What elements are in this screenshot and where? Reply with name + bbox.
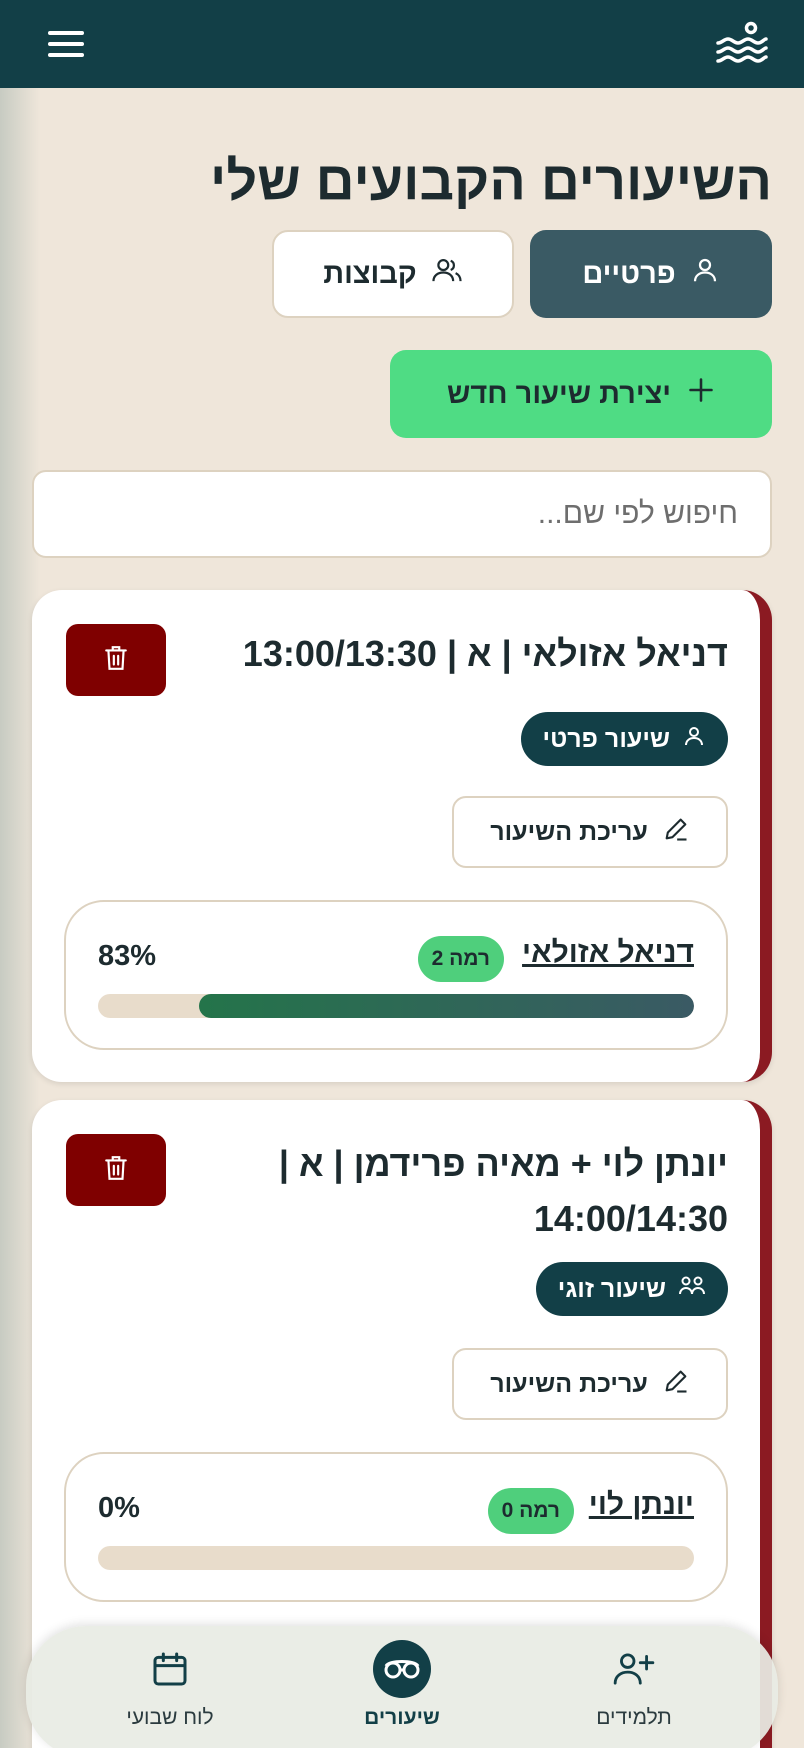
lesson-card: דניאל אזולאי | א | 13:00/13:30 שיעור פרט… — [32, 590, 772, 1082]
create-lesson-button[interactable]: יצירת שיעור חדש — [390, 350, 772, 438]
users-icon — [431, 255, 463, 293]
delete-lesson-button[interactable] — [66, 1134, 166, 1206]
level-badge: רמה 0 — [487, 1488, 574, 1534]
top-bar — [0, 0, 804, 88]
lesson-title: יונתן לוי + מאיה פרידמן | א | 14:00/14:3… — [278, 1143, 728, 1239]
student-progress-row: יונתן לוי רמה 0 0% — [64, 1452, 728, 1602]
edit-lesson-label: עריכת השיעור — [490, 1369, 648, 1398]
nav-students[interactable]: תלמידים — [544, 1640, 724, 1744]
tab-private[interactable]: פרטיים — [530, 230, 772, 318]
lesson-title: דניאל אזולאי | א | 13:00/13:30 — [242, 633, 728, 674]
nav-lessons-label: שיעורים — [364, 1706, 440, 1729]
page-title: השיעורים הקבועים שלי — [210, 151, 772, 211]
progress-bar — [98, 1546, 694, 1570]
lesson-type-label: שיעור זוגי — [557, 1274, 666, 1303]
nav-students-label: תלמידים — [596, 1706, 672, 1729]
edit-lesson-button[interactable]: עריכת השיעור — [452, 1348, 728, 1420]
pair-icon — [678, 1274, 706, 1305]
user-plus-icon — [612, 1640, 656, 1698]
swimmer-waves-icon[interactable] — [714, 21, 770, 67]
progress-bar — [98, 994, 694, 1018]
trash-icon — [103, 1153, 129, 1188]
goggles-icon — [373, 1640, 431, 1698]
create-lesson-label: יצירת שיעור חדש — [447, 377, 671, 410]
tab-groups[interactable]: קבוצות — [272, 230, 514, 318]
level-badge: רמה 2 — [417, 936, 504, 982]
progress-percent: 83% — [98, 940, 157, 972]
lesson-type-label: שיעור פרטי — [542, 724, 670, 753]
bottom-nav: תלמידים שיעורים לוח שבועי — [26, 1626, 778, 1748]
hamburger-menu-icon[interactable] — [46, 29, 86, 59]
delete-lesson-button[interactable] — [66, 624, 166, 696]
student-name-link[interactable]: דניאל אזולאי — [522, 936, 694, 970]
student-progress-row: דניאל אזולאי רמה 2 83% — [64, 900, 728, 1050]
nav-weekly-label: לוח שבועי — [126, 1706, 214, 1729]
user-icon — [682, 724, 706, 755]
pencil-icon — [662, 1367, 690, 1402]
search-placeholder: חיפוש לפי שם... — [537, 497, 738, 530]
lesson-type-badge: שיעור זוגי — [535, 1262, 728, 1316]
lesson-type-badge: שיעור פרטי — [520, 712, 728, 766]
progress-bar-fill — [199, 994, 694, 1018]
tab-private-label: פרטיים — [582, 257, 676, 290]
nav-weekly-schedule[interactable]: לוח שבועי — [80, 1640, 260, 1744]
search-input[interactable]: חיפוש לפי שם... — [32, 470, 772, 558]
calendar-icon — [150, 1640, 190, 1698]
progress-percent: 0% — [98, 1492, 140, 1524]
edit-lesson-label: עריכת השיעור — [490, 817, 648, 846]
user-icon — [690, 255, 720, 293]
trash-icon — [103, 643, 129, 678]
tab-groups-label: קבוצות — [323, 257, 417, 290]
plus-icon — [687, 376, 715, 412]
student-name-link[interactable]: יונתן לוי — [589, 1488, 694, 1522]
pencil-icon — [662, 815, 690, 850]
nav-lessons[interactable]: שיעורים — [312, 1640, 492, 1744]
edit-lesson-button[interactable]: עריכת השיעור — [452, 796, 728, 868]
